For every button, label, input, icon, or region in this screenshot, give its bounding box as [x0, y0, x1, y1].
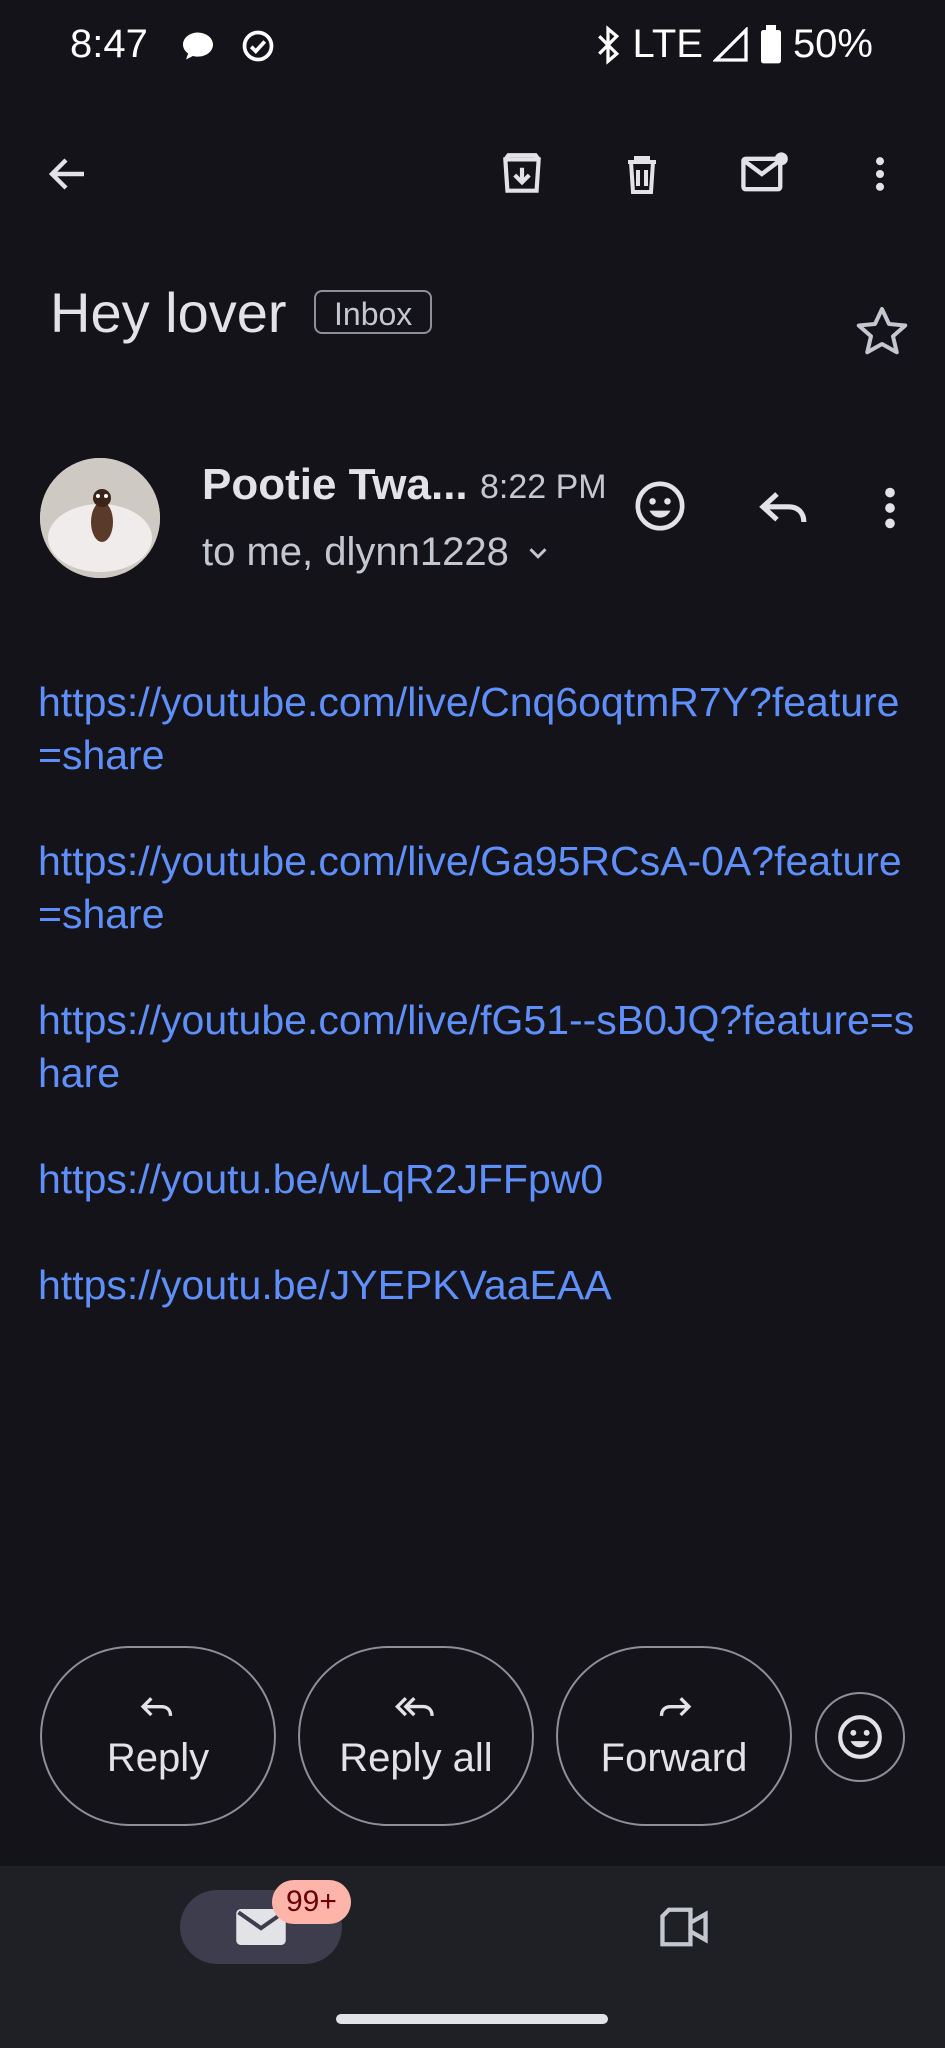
body-link[interactable]: https://youtube.com/live/Cnq6oqtmR7Y?fea… — [38, 676, 918, 782]
body-link[interactable]: https://youtu.be/JYEPKVaaEAA — [38, 1259, 918, 1312]
battery-percent: 50% — [792, 22, 873, 66]
body-link[interactable]: https://youtu.be/wLqR2JFFpw0 — [38, 1153, 918, 1206]
add-reaction-button[interactable] — [632, 478, 688, 534]
avatar[interactable] — [40, 458, 160, 578]
emoji-react-button[interactable] — [815, 1692, 905, 1782]
reply-all-button[interactable]: Reply all — [298, 1646, 534, 1826]
battery-icon — [759, 24, 783, 65]
reply-icon-button[interactable] — [756, 480, 812, 536]
star-button[interactable] — [852, 302, 912, 362]
video-camera-icon — [656, 1905, 712, 1949]
status-right: LTE 50% — [593, 22, 873, 67]
body-link[interactable]: https://youtube.com/live/Ga95RCsA-0A?fea… — [38, 835, 918, 941]
meet-tab[interactable] — [644, 1890, 724, 1964]
check-circle-icon — [240, 28, 276, 64]
status-time: 8:47 — [70, 22, 148, 66]
signal-icon — [712, 26, 749, 63]
emoji-icon — [835, 1712, 885, 1762]
bluetooth-icon — [593, 24, 623, 65]
recipients-text: to me, dlynn1228 — [202, 530, 509, 574]
back-button[interactable] — [28, 134, 108, 214]
emoji-icon — [632, 478, 688, 534]
reply-label: Reply — [106, 1735, 210, 1780]
forward-button[interactable]: Forward — [556, 1646, 792, 1826]
unread-count-badge: 99+ — [272, 1880, 351, 1924]
forward-icon — [654, 1692, 694, 1728]
mark-unread-icon — [738, 148, 790, 200]
reply-icon — [756, 480, 812, 536]
archive-icon — [497, 149, 547, 199]
inbox-label-chip[interactable]: Inbox — [314, 290, 433, 334]
network-type: LTE — [632, 22, 703, 66]
email-body: https://youtube.com/live/Cnq6oqtmR7Y?fea… — [38, 676, 918, 1365]
body-link[interactable]: https://youtube.com/live/fG51--sB0JQ?fea… — [38, 994, 918, 1100]
message-more-button[interactable] — [868, 480, 912, 536]
recipients-toggle[interactable]: to me, dlynn1228 — [202, 530, 553, 575]
more-options-button[interactable] — [840, 134, 920, 214]
email-subject: Hey lover — [50, 281, 287, 344]
back-arrow-icon — [44, 150, 92, 198]
reply-button[interactable]: Reply — [40, 1646, 276, 1826]
email-time: 8:22 PM — [480, 468, 607, 506]
archive-button[interactable] — [482, 134, 562, 214]
reply-all-icon — [394, 1692, 438, 1728]
reply-all-label: Reply all — [339, 1735, 493, 1780]
chevron-down-icon — [523, 538, 553, 568]
home-indicator[interactable] — [336, 2014, 608, 2024]
chat-bubble-icon — [180, 28, 216, 64]
delete-icon — [618, 150, 666, 198]
star-icon — [852, 302, 912, 362]
forward-label: Forward — [600, 1735, 748, 1780]
more-vert-icon — [868, 480, 912, 536]
more-vert-icon — [858, 152, 902, 196]
delete-button[interactable] — [602, 134, 682, 214]
sender-name[interactable]: Pootie Twa... — [202, 460, 468, 510]
reply-icon — [138, 1692, 178, 1728]
mark-unread-button[interactable] — [724, 134, 804, 214]
